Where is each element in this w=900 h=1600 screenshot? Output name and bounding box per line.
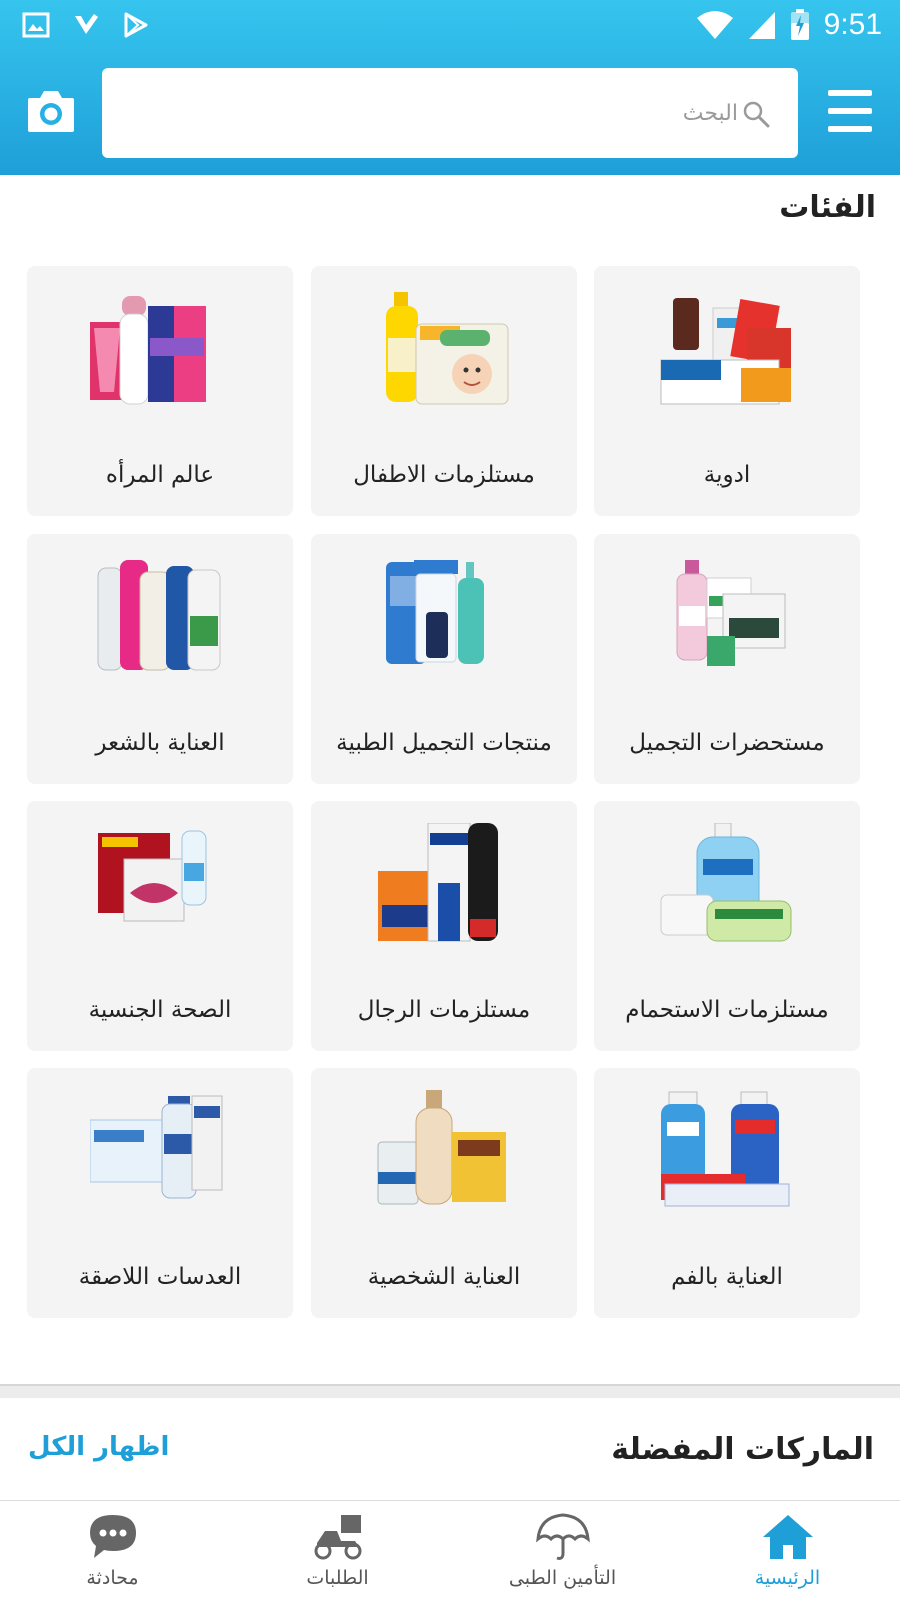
nav-label: محادثة xyxy=(86,1567,139,1589)
category-card-oral[interactable]: العناية بالفم xyxy=(594,1068,860,1318)
bottom-navigation: الرئيسية التأمين الطبى الطلبات محادثة xyxy=(0,1500,900,1600)
umbrella-icon xyxy=(535,1513,590,1560)
category-card-contact-lens[interactable]: العدسات اللاصقة xyxy=(27,1068,293,1318)
category-label: العناية الشخصية xyxy=(367,1264,521,1290)
category-card-men[interactable]: مستلزمات الرجال xyxy=(311,801,577,1051)
men-products-icon xyxy=(378,823,498,942)
section-divider xyxy=(0,1384,900,1398)
battery-charging-icon xyxy=(790,9,809,40)
category-label: العدسات اللاصقة xyxy=(78,1264,242,1290)
nav-label: التأمين الطبى xyxy=(508,1567,617,1589)
checkmark-badge-icon xyxy=(75,14,98,34)
category-label: مستلزمات الرجال xyxy=(357,997,531,1023)
category-card-medicine[interactable]: ادوية xyxy=(594,266,860,516)
category-label: العناية بالفم xyxy=(671,1264,783,1290)
nav-label: الرئيسية xyxy=(754,1567,821,1589)
category-label: عالم المرأه xyxy=(105,462,215,488)
camera-button[interactable] xyxy=(26,88,76,134)
status-system: 9:51 xyxy=(696,8,882,42)
status-bar: 9:51 xyxy=(0,0,900,52)
image-icon xyxy=(22,12,50,38)
hamburger-menu-icon xyxy=(828,90,872,132)
personal-care-products-icon xyxy=(377,1090,506,1205)
category-card-sexual-health[interactable]: الصحة الجنسية xyxy=(27,801,293,1051)
search-icon xyxy=(743,101,770,128)
brands-title: الماركات المفضلة xyxy=(611,1432,874,1467)
baby-products-icon xyxy=(386,292,509,405)
category-label: مستلزمات الاستحمام xyxy=(625,997,829,1023)
category-label: منتجات التجميل الطبية xyxy=(336,730,552,756)
nav-item-insurance[interactable]: التأمين الطبى xyxy=(450,1501,675,1600)
category-card-cosmetics[interactable]: مستحضرات التجميل xyxy=(594,534,860,784)
show-all-link[interactable]: اظهار الكل xyxy=(28,1432,169,1462)
women-products-icon xyxy=(90,296,206,405)
category-card-women[interactable]: عالم المرأه xyxy=(27,266,293,516)
home-icon xyxy=(762,1515,813,1559)
signal-icon xyxy=(748,12,775,39)
nav-item-chat[interactable]: محادثة xyxy=(0,1501,225,1600)
category-card-personal[interactable]: العناية الشخصية xyxy=(311,1068,577,1318)
bath-products-icon xyxy=(660,823,792,942)
camera-icon xyxy=(28,91,74,132)
delivery-scooter-icon xyxy=(314,1515,361,1560)
category-label: مستلزمات الاطفال xyxy=(353,462,535,488)
category-card-hair[interactable]: العناية بالشعر xyxy=(27,534,293,784)
chat-bubble-icon xyxy=(89,1515,136,1558)
category-label: مستحضرات التجميل xyxy=(629,730,825,756)
category-label: الصحة الجنسية xyxy=(88,997,232,1023)
app-screen: 9:51 الفئات xyxy=(0,0,900,1600)
nav-item-orders[interactable]: الطلبات xyxy=(225,1501,450,1600)
categories-title: الفئات xyxy=(779,190,876,225)
wifi-icon xyxy=(696,11,733,39)
play-store-icon xyxy=(124,12,148,38)
category-label: العناية بالشعر xyxy=(95,730,225,756)
search-input[interactable] xyxy=(102,68,742,158)
category-card-baby[interactable]: مستلزمات الاطفال xyxy=(311,266,577,516)
search-bar[interactable] xyxy=(102,68,798,158)
status-time: 9:51 xyxy=(823,8,882,41)
hair-care-products-icon xyxy=(97,560,221,671)
cosmetics-products-icon xyxy=(676,560,786,666)
category-card-bath[interactable]: مستلزمات الاستحمام xyxy=(594,801,860,1051)
sexual-health-products-icon xyxy=(98,830,207,922)
app-header: 9:51 xyxy=(0,0,900,175)
categories-grid: ادوية مستلزمات الاطفال عالم المرأه مستحض… xyxy=(27,266,873,1336)
category-label: ادوية xyxy=(703,462,751,488)
contact-lens-products-icon xyxy=(90,1095,223,1199)
status-notifications xyxy=(22,11,150,39)
medicine-products-icon xyxy=(660,298,791,405)
oral-care-products-icon xyxy=(661,1091,790,1207)
nav-label: الطلبات xyxy=(306,1567,369,1589)
menu-button[interactable] xyxy=(826,88,874,134)
derma-products-icon xyxy=(386,560,484,664)
category-card-derma[interactable]: منتجات التجميل الطبية xyxy=(311,534,577,784)
nav-item-home[interactable]: الرئيسية xyxy=(675,1501,900,1600)
